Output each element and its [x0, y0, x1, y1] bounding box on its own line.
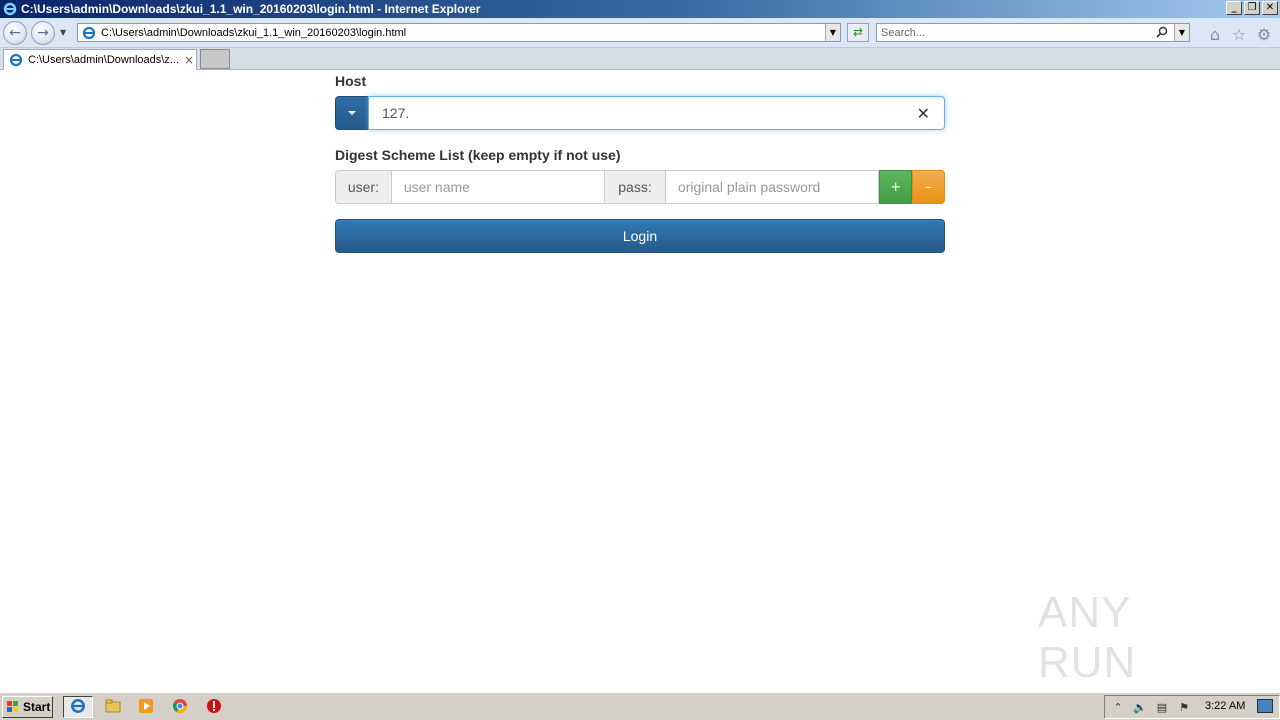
taskbar-chrome-button[interactable]: [165, 696, 195, 718]
host-input-group: 127. ✕: [335, 96, 945, 130]
clear-icon[interactable]: ✕: [917, 104, 930, 123]
tray-expand-icon[interactable]: ⌃: [1109, 698, 1127, 716]
search-dropdown-icon[interactable]: ▼: [1174, 24, 1189, 41]
add-digest-button[interactable]: +: [879, 170, 913, 204]
chrome-icon: [172, 698, 188, 717]
maximize-button[interactable]: ❐: [1244, 1, 1260, 15]
page-ie-icon: [81, 25, 97, 41]
refresh-icon: ⇄: [852, 25, 864, 39]
host-label: Host: [335, 73, 367, 89]
caret-down-icon: [348, 111, 356, 115]
taskbar-explorer-button[interactable]: [98, 696, 128, 718]
user-name-input[interactable]: [391, 171, 605, 203]
close-window-button[interactable]: ✕: [1262, 1, 1278, 15]
start-label[interactable]: Start: [23, 700, 50, 714]
tab-ie-icon: [8, 52, 24, 68]
taskbar-ie-button[interactable]: [63, 696, 93, 718]
address-text[interactable]: C:\Users\admin\Downloads\zkui_1.1_win_20…: [101, 27, 406, 39]
refresh-button[interactable]: ⇄: [847, 23, 869, 42]
forward-arrow-icon: →: [37, 25, 49, 41]
window-title: C:\Users\admin\Downloads\zkui_1.1_win_20…: [21, 2, 481, 16]
search-box[interactable]: ▼: [876, 23, 1190, 42]
ie-icon: [70, 698, 86, 717]
taskbar-stop-button[interactable]: [199, 696, 229, 718]
media-player-icon: [138, 698, 154, 717]
star-icon[interactable]: ☆: [1230, 25, 1248, 44]
anyrun-watermark: ANY RUN: [1038, 588, 1238, 687]
taskbar-media-button[interactable]: [131, 696, 161, 718]
gear-icon[interactable]: ⚙: [1255, 25, 1273, 44]
pass-addon: pass:: [605, 170, 666, 204]
start-button[interactable]: Start: [2, 696, 53, 718]
digest-input-group: user: pass: + –: [335, 170, 945, 204]
system-tray: ⌃ 🔈 ▤ ⚑ 3:22 AM: [1104, 695, 1280, 719]
clock[interactable]: 3:22 AM: [1205, 700, 1245, 712]
address-dropdown-icon[interactable]: ▼: [825, 24, 840, 41]
password-input[interactable]: [665, 171, 879, 203]
remove-digest-button[interactable]: –: [912, 170, 945, 204]
speaker-icon[interactable]: 🔈: [1131, 698, 1149, 716]
search-icon[interactable]: [1155, 25, 1169, 39]
host-input-value[interactable]: 127.: [382, 105, 409, 121]
new-tab-button[interactable]: [200, 49, 230, 69]
folder-icon: [105, 699, 121, 716]
minimize-button[interactable]: _: [1226, 1, 1242, 15]
stop-icon: [206, 698, 222, 717]
watermark-text: ANY RUN: [1038, 588, 1137, 687]
digest-scheme-label: Digest Scheme List (keep empty if not us…: [335, 147, 621, 163]
search-input[interactable]: [877, 24, 1147, 41]
flag-icon[interactable]: ⚑: [1175, 698, 1193, 716]
tab-close-icon[interactable]: ×: [184, 53, 194, 67]
ie-logo-icon: [2, 1, 18, 17]
windows-flag-icon: [6, 700, 20, 714]
taskbar: Start ⌃ 🔈 ▤ ⚑ 3:22 AM: [0, 692, 1280, 720]
host-input[interactable]: 127. ✕: [368, 96, 945, 130]
browser-navbar: ← → ▼ C:\Users\admin\Downloads\zkui_1.1_…: [0, 18, 1280, 48]
page-content: Host 127. ✕ Digest Scheme List (keep emp…: [0, 71, 1280, 691]
address-bar[interactable]: C:\Users\admin\Downloads\zkui_1.1_win_20…: [77, 23, 841, 42]
show-desktop-icon[interactable]: [1257, 699, 1273, 713]
tab-label[interactable]: C:\Users\admin\Downloads\z...: [28, 54, 180, 66]
recent-pages-dropdown-icon[interactable]: ▼: [60, 28, 66, 37]
user-field[interactable]: [391, 170, 606, 204]
back-arrow-icon: ←: [9, 25, 21, 41]
forward-button[interactable]: →: [31, 21, 55, 45]
window-titlebar: C:\Users\admin\Downloads\zkui_1.1_win_20…: [0, 0, 1280, 18]
back-button[interactable]: ←: [3, 21, 27, 45]
pass-field[interactable]: [665, 170, 880, 204]
tab-login[interactable]: C:\Users\admin\Downloads\z... ×: [3, 49, 197, 70]
network-icon[interactable]: ▤: [1153, 698, 1171, 716]
home-icon[interactable]: ⌂: [1206, 25, 1224, 44]
tab-strip: C:\Users\admin\Downloads\z... ×: [0, 48, 1280, 70]
login-button[interactable]: Login: [335, 219, 945, 253]
user-addon: user:: [335, 170, 392, 204]
host-dropdown-button[interactable]: [335, 96, 369, 130]
